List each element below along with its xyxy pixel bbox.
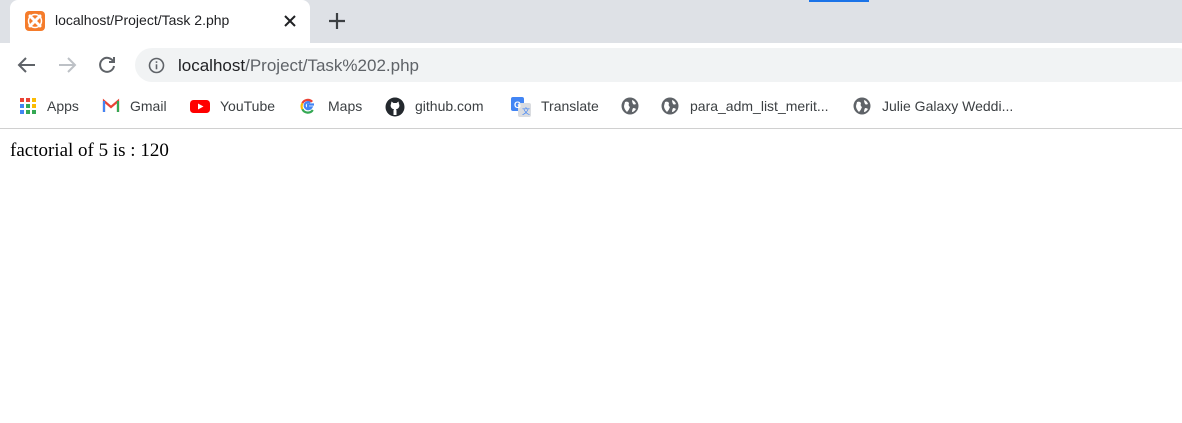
- google-g-icon: [299, 97, 317, 115]
- globe-icon: [853, 97, 871, 115]
- bookmark-label: Apps: [47, 98, 79, 114]
- back-arrow-icon[interactable]: [16, 54, 38, 76]
- browser-toolbar: localhost/Project/Task%202.php: [0, 43, 1182, 87]
- svg-text:G: G: [514, 100, 521, 110]
- svg-text:文: 文: [522, 106, 530, 116]
- bookmark-label: Translate: [541, 98, 599, 114]
- translate-icon: G 文: [511, 97, 531, 117]
- globe-icon: [621, 97, 639, 115]
- address-bar[interactable]: localhost/Project/Task%202.php: [135, 48, 1182, 82]
- apps-grid-icon: [19, 97, 37, 115]
- bookmark-label: Julie Galaxy Weddi...: [882, 98, 1014, 114]
- tab-active[interactable]: localhost/Project/Task 2.php: [10, 0, 310, 43]
- github-icon: [385, 97, 405, 117]
- reload-icon[interactable]: [96, 54, 118, 76]
- url-host: localhost: [178, 56, 246, 75]
- bookmark-label: github.com: [415, 98, 484, 114]
- tab-strip: localhost/Project/Task 2.php: [0, 0, 1182, 43]
- profile-accent: [809, 0, 869, 2]
- page-output-text: factorial of 5 is : 120: [10, 140, 169, 161]
- url-text[interactable]: localhost/Project/Task%202.php: [178, 56, 419, 76]
- bookmark-label: Maps: [328, 98, 363, 114]
- bookmark-label: Gmail: [130, 98, 167, 114]
- bookmark-label: YouTube: [220, 98, 276, 114]
- close-tab-icon[interactable]: [280, 11, 300, 31]
- youtube-icon: [190, 97, 210, 115]
- tab-title: localhost/Project/Task 2.php: [55, 12, 230, 28]
- gmail-icon: [102, 97, 120, 115]
- url-path: /Project/Task%202.php: [245, 56, 419, 75]
- bookmarks-bar: Apps Gmail YouTube Maps github.com G 文 T…: [0, 87, 1182, 129]
- forward-arrow-icon[interactable]: [56, 54, 78, 76]
- bookmark-label: para_adm_list_merit...: [690, 98, 829, 114]
- xampp-favicon-icon: [25, 11, 45, 31]
- globe-icon: [661, 97, 679, 115]
- new-tab-plus-icon[interactable]: [326, 10, 348, 32]
- site-info-icon[interactable]: [148, 57, 165, 74]
